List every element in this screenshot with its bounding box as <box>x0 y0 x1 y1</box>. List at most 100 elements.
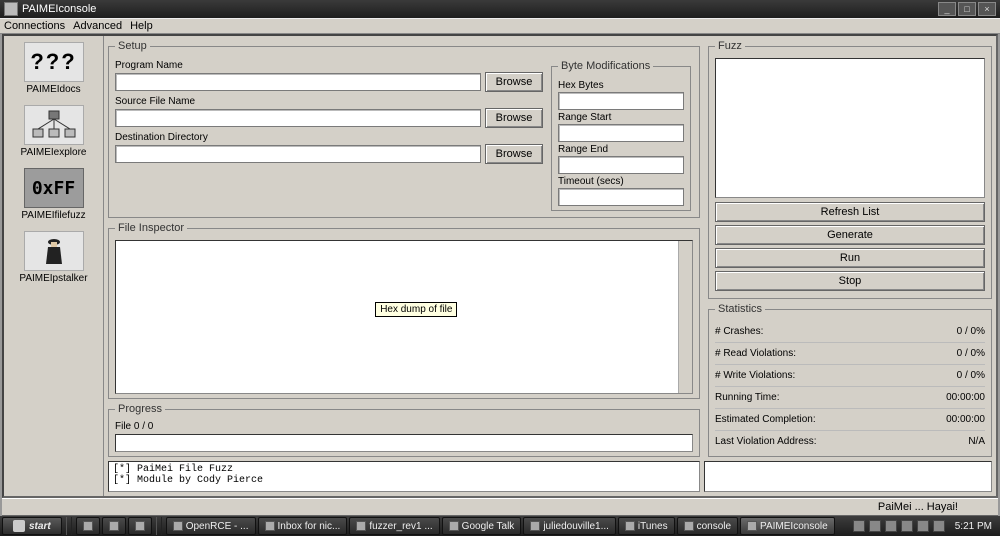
stats-legend: Statistics <box>715 303 765 315</box>
task-label: juliedouville1... <box>543 521 609 532</box>
app-icon <box>747 521 757 531</box>
task-label: fuzzer_rev1 ... <box>369 521 432 532</box>
dest-dir-input[interactable] <box>115 145 481 163</box>
progress-bar <box>115 434 693 452</box>
task-inbox[interactable]: Inbox for nic... <box>258 517 348 535</box>
menu-connections[interactable]: Connections <box>4 20 65 32</box>
tray-icon[interactable] <box>901 520 913 532</box>
sidebar: ??? PAIMEIdocs PAIMEIexplore 0xFF PAIMEI… <box>4 36 104 496</box>
task-juliedouville[interactable]: juliedouville1... <box>523 517 616 535</box>
hex-dump-tooltip: Hex dump of file <box>375 302 457 317</box>
task-label: Inbox for nic... <box>278 521 341 532</box>
docs-icon: ??? <box>24 42 84 82</box>
browse-program-button[interactable]: Browse <box>485 72 543 92</box>
tray-icon[interactable] <box>885 520 897 532</box>
task-console[interactable]: console <box>677 517 738 535</box>
system-tray: 5:21 PM <box>853 520 998 532</box>
task-label: Google Talk <box>462 521 515 532</box>
log-secondary[interactable] <box>704 461 992 492</box>
range-start-label: Range Start <box>558 112 684 123</box>
menu-help[interactable]: Help <box>130 20 153 32</box>
app-icon <box>109 521 119 531</box>
filefuzz-icon: 0xFF <box>24 168 84 208</box>
run-button[interactable]: Run <box>715 248 985 268</box>
range-end-input[interactable] <box>558 156 684 174</box>
app-icon <box>265 521 275 531</box>
stat-crashes: # Crashes: 0 / 0% <box>715 321 985 343</box>
taskbar-clock[interactable]: 5:21 PM <box>949 521 998 532</box>
sidebar-item-docs[interactable]: ??? PAIMEIdocs <box>14 42 94 95</box>
menu-advanced[interactable]: Advanced <box>73 20 122 32</box>
stat-write-violations: # Write Violations: 0 / 0% <box>715 365 985 387</box>
program-name-label: Program Name <box>115 60 543 71</box>
stat-value: 00:00:00 <box>946 392 985 403</box>
source-file-input[interactable] <box>115 109 481 127</box>
task-paimeiconsole[interactable]: PAIMEIconsole <box>740 517 835 535</box>
program-name-input[interactable] <box>115 73 481 91</box>
menubar: Connections Advanced Help <box>0 18 1000 34</box>
file-inspector-legend: File Inspector <box>115 222 187 234</box>
generate-button[interactable]: Generate <box>715 225 985 245</box>
timeout-input[interactable] <box>558 188 684 206</box>
task-label: OpenRCE - ... <box>186 521 249 532</box>
stat-value: 0 / 0% <box>957 326 985 337</box>
sidebar-item-explore[interactable]: PAIMEIexplore <box>14 105 94 158</box>
fuzz-list[interactable] <box>715 58 985 198</box>
sidebar-item-label: PAIMEIdocs <box>26 84 80 95</box>
statusbar-text: PaiMei ... Hayai! <box>878 501 958 513</box>
app-icon <box>684 521 694 531</box>
setup-group: Setup Program Name Browse Source File Na… <box>108 40 700 218</box>
maximize-button[interactable]: □ <box>958 2 976 16</box>
tray-icon[interactable] <box>933 520 945 532</box>
fuzz-legend: Fuzz <box>715 40 745 52</box>
setup-legend: Setup <box>115 40 150 52</box>
fuzz-group: Fuzz Refresh List Generate Run Stop <box>708 40 992 299</box>
sidebar-item-label: PAIMEIfilefuzz <box>21 210 85 221</box>
quicklaunch-1[interactable] <box>76 517 100 535</box>
refresh-list-button[interactable]: Refresh List <box>715 202 985 222</box>
byte-modifications-group: Byte Modifications Hex Bytes Range Start… <box>551 60 691 211</box>
sidebar-item-pstalker[interactable]: PAIMEIpstalker <box>14 231 94 284</box>
progress-group: Progress File 0 / 0 <box>108 403 700 457</box>
start-button[interactable]: start <box>2 517 62 535</box>
scrollbar[interactable] <box>678 241 692 393</box>
sidebar-item-filefuzz[interactable]: 0xFF PAIMEIfilefuzz <box>14 168 94 221</box>
stat-value: N/A <box>968 436 985 447</box>
file-inspector-group: File Inspector Hex dump of file <box>108 222 700 399</box>
tray-icon[interactable] <box>869 520 881 532</box>
bytemod-legend: Byte Modifications <box>558 60 653 72</box>
task-googletalk[interactable]: Google Talk <box>442 517 522 535</box>
app-icon <box>449 521 459 531</box>
browse-dest-button[interactable]: Browse <box>485 144 543 164</box>
titlebar: PAIMEIconsole _ □ × <box>0 0 1000 18</box>
stat-label: Running Time: <box>715 392 779 403</box>
stat-read-violations: # Read Violations: 0 / 0% <box>715 343 985 365</box>
tray-icon[interactable] <box>853 520 865 532</box>
task-fuzzer[interactable]: fuzzer_rev1 ... <box>349 517 439 535</box>
app-icon <box>356 521 366 531</box>
window-title: PAIMEIconsole <box>22 3 96 15</box>
explore-icon <box>24 105 84 145</box>
minimize-button[interactable]: _ <box>938 2 956 16</box>
quicklaunch-3[interactable] <box>128 517 152 535</box>
quicklaunch-2[interactable] <box>102 517 126 535</box>
timeout-label: Timeout (secs) <box>558 176 684 187</box>
app-icon <box>625 521 635 531</box>
log-output[interactable]: [*] PaiMei File Fuzz [*] Module by Cody … <box>108 461 700 492</box>
stop-button[interactable]: Stop <box>715 271 985 291</box>
task-openrce[interactable]: OpenRCE - ... <box>166 517 256 535</box>
task-label: iTunes <box>638 521 668 532</box>
range-start-input[interactable] <box>558 124 684 142</box>
hexbytes-input[interactable] <box>558 92 684 110</box>
statistics-group: Statistics # Crashes: 0 / 0% # Read Viol… <box>708 303 992 457</box>
close-button[interactable]: × <box>978 2 996 16</box>
app-icon <box>4 2 18 16</box>
stat-value: 0 / 0% <box>957 348 985 359</box>
stat-label: # Read Violations: <box>715 348 796 359</box>
tray-icon[interactable] <box>917 520 929 532</box>
stat-label: # Crashes: <box>715 326 763 337</box>
browse-source-button[interactable]: Browse <box>485 108 543 128</box>
stat-last-violation: Last Violation Address: N/A <box>715 431 985 452</box>
task-itunes[interactable]: iTunes <box>618 517 675 535</box>
file-inspector-body[interactable]: Hex dump of file <box>115 240 693 394</box>
